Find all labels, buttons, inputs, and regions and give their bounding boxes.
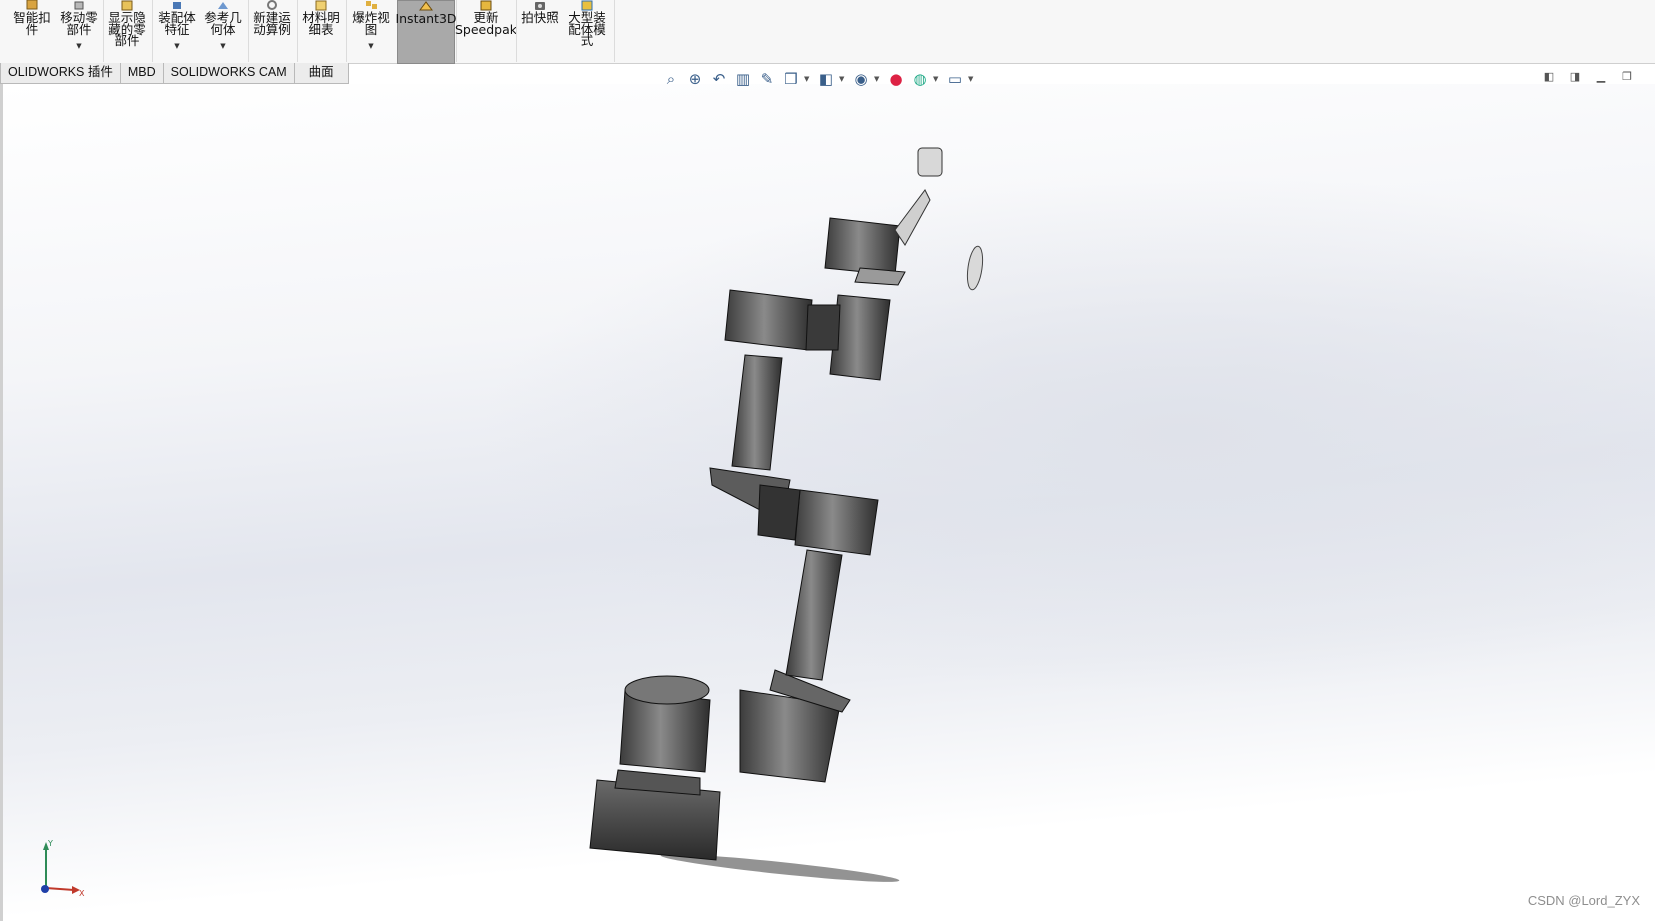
watermark-text: CSDN @Lord_ZYX <box>1527 893 1640 908</box>
chevron-down-icon[interactable]: ▼ <box>220 41 225 53</box>
tile-right-icon[interactable]: ◨ <box>1567 70 1583 84</box>
exploded-view-icon <box>363 0 379 11</box>
bill-of-materials-button[interactable]: 材料明 细表 <box>300 0 342 62</box>
tab-mbd[interactable]: MBD <box>119 63 164 84</box>
ribbon-separator <box>103 0 104 62</box>
view-settings-icon[interactable]: ▭ <box>944 69 966 89</box>
take-snapshot-button[interactable]: 拍快照 <box>519 0 561 62</box>
reference-geometry-button[interactable]: 参考几 何体 ▼ <box>202 0 244 62</box>
move-component-icon <box>71 0 87 11</box>
reference-triad: Y X <box>41 839 85 896</box>
z-axis-dot <box>41 885 49 893</box>
ribbon-separator <box>297 0 298 62</box>
ribbon-separator <box>346 0 347 62</box>
zoom-to-area-icon[interactable]: ⊕ <box>684 69 706 89</box>
tab-surfaces[interactable]: 曲面 <box>293 63 349 84</box>
chevron-down-icon[interactable]: ▼ <box>968 75 977 83</box>
reference-geometry-icon <box>215 0 231 11</box>
dynamic-annotation-icon[interactable]: ✎ <box>756 69 778 89</box>
chevron-down-icon[interactable]: ▼ <box>839 75 848 83</box>
minimize-icon[interactable]: ▁ <box>1593 70 1609 84</box>
section-view-icon[interactable]: ▥ <box>732 69 754 89</box>
hide-show-items-icon[interactable]: ◉ <box>850 69 872 89</box>
assembly-features-button[interactable]: 装配体 特征 ▼ <box>156 0 198 62</box>
ribbon-separator <box>516 0 517 62</box>
bill-of-materials-icon <box>313 0 329 11</box>
show-hidden-components-button[interactable]: 显示隐 藏的零 部件 <box>107 0 147 62</box>
graphics-area[interactable] <box>3 84 1655 921</box>
smart-fastener-icon <box>24 0 40 11</box>
command-manager-tabs: OLIDWORKS 插件 MBD SOLIDWORKS CAM 曲面 <box>0 63 349 84</box>
tab-solidworks-addins[interactable]: OLIDWORKS 插件 <box>0 63 121 84</box>
apply-scene-icon[interactable]: ◍ <box>909 69 931 89</box>
assembly-feature-icon <box>169 0 185 11</box>
tile-left-icon[interactable]: ◧ <box>1541 70 1557 84</box>
view-orientation-icon[interactable]: ❒ <box>780 69 802 89</box>
viewport-window-controls: ◧ ◨ ▁ ❐ <box>1541 70 1635 84</box>
instant3d-icon <box>418 1 434 12</box>
exploded-view-button[interactable]: 爆炸视 图 ▼ <box>349 0 393 62</box>
command-manager-ribbon: 智能扣 件 移动零 部件 ▼ 显示隐 藏的零 部件 装配体 特征 ▼ 参考几 何… <box>0 0 1655 64</box>
chevron-down-icon[interactable]: ▼ <box>804 75 813 83</box>
smart-fastener-button[interactable]: 智能扣 件 <box>12 0 52 62</box>
heads-up-view-toolbar: ⌕ ⊕ ↶ ▥ ✎ ❒ ▼ ◧ ▼ ◉ ▼ ● ◍ ▼ ▭ ▼ <box>660 68 977 90</box>
display-style-icon[interactable]: ◧ <box>815 69 837 89</box>
update-speedpak-button[interactable]: 更新 Speedpak <box>455 0 517 62</box>
instant3d-button[interactable]: Instant3D <box>395 0 457 64</box>
motion-study-icon <box>264 0 280 11</box>
zoom-to-fit-icon[interactable]: ⌕ <box>660 69 682 89</box>
chevron-down-icon[interactable]: ▼ <box>874 75 883 83</box>
chevron-down-icon[interactable]: ▼ <box>368 41 373 53</box>
chevron-down-icon[interactable]: ▼ <box>933 75 942 83</box>
snapshot-icon <box>532 0 548 11</box>
tab-solidworks-cam[interactable]: SOLIDWORKS CAM <box>162 63 295 84</box>
x-axis-line <box>45 887 75 891</box>
previous-view-icon[interactable]: ↶ <box>708 69 730 89</box>
y-axis-label: Y <box>47 839 53 848</box>
move-component-button[interactable]: 移动零 部件 ▼ <box>58 0 100 62</box>
new-motion-study-button[interactable]: 新建运 动算例 <box>251 0 293 62</box>
feature-manager-edge[interactable] <box>0 84 3 921</box>
chevron-down-icon[interactable]: ▼ <box>76 41 81 53</box>
edit-appearance-icon[interactable]: ● <box>885 69 907 89</box>
large-assembly-mode-button[interactable]: 大型装 配体模 式 <box>564 0 610 62</box>
ribbon-separator <box>614 0 615 62</box>
restore-icon[interactable]: ❐ <box>1619 70 1635 84</box>
ribbon-separator <box>152 0 153 62</box>
speedpak-icon <box>478 0 494 11</box>
show-hidden-icon <box>119 0 135 11</box>
ribbon-separator <box>248 0 249 62</box>
large-assembly-icon <box>579 0 595 11</box>
chevron-down-icon[interactable]: ▼ <box>174 41 179 53</box>
x-axis-label: X <box>79 889 85 896</box>
